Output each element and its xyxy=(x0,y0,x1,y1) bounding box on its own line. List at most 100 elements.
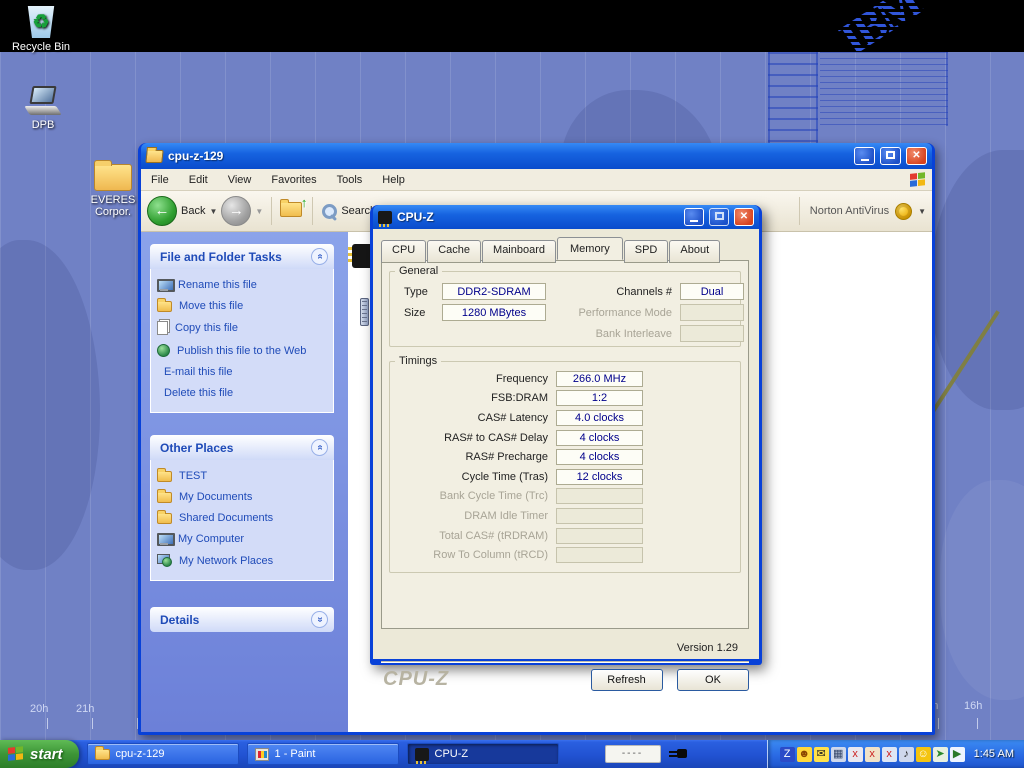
taskbar: start cpu-z-129 1 - Paint CPU-Z ---- Z☻✉… xyxy=(0,740,1024,768)
timings-groupbox: Timings Frequency 266.0 MHz FSB:DRAM 1:2… xyxy=(389,355,741,573)
place-link[interactable]: Shared Documents xyxy=(157,512,329,524)
place-link[interactable]: TEST xyxy=(157,470,329,482)
cpuz-titlebar[interactable]: CPU-Z ✕ xyxy=(373,205,759,229)
tray-icon[interactable]: ☺ xyxy=(916,747,931,762)
taskbar-task-button[interactable]: cpu-z-129 xyxy=(87,743,239,765)
task-icon xyxy=(157,301,172,312)
task-label: Rename this file xyxy=(178,279,257,291)
place-icon xyxy=(157,513,172,524)
tab[interactable]: Memory xyxy=(557,237,623,260)
dialog-title: CPU-Z xyxy=(397,210,679,224)
chevron-down-icon[interactable]: » xyxy=(311,611,328,628)
taskbar-task-button[interactable]: CPU-Z xyxy=(407,743,559,765)
task-link[interactable]: Move this file xyxy=(157,300,329,312)
task-link[interactable]: Delete this file xyxy=(157,387,329,399)
timing-row: DRAM Idle Timer xyxy=(390,506,740,526)
place-label: Shared Documents xyxy=(179,512,273,524)
menu-item[interactable]: Favorites xyxy=(261,174,326,186)
minimize-button[interactable] xyxy=(684,208,704,226)
toolbar-separator xyxy=(312,197,313,225)
channels-value: Dual xyxy=(680,283,744,300)
place-link[interactable]: My Network Places xyxy=(157,554,329,567)
desktop-icon-everes[interactable]: EVERES Corpor. xyxy=(84,164,142,218)
tab[interactable]: About xyxy=(669,240,720,263)
wallpaper-top-band: IBM xyxy=(0,0,1024,52)
explorer-titlebar[interactable]: cpu-z-129 ✕ xyxy=(141,143,932,169)
chevron-up-icon[interactable]: » xyxy=(311,248,328,265)
desktop-icon-label: DPB xyxy=(10,119,76,131)
menu-item[interactable]: View xyxy=(218,174,262,186)
tray-icon[interactable]: x xyxy=(865,747,880,762)
tray-icon[interactable]: ▦ xyxy=(831,747,846,762)
ram-file-icon[interactable] xyxy=(360,298,369,326)
task-link[interactable]: Copy this file xyxy=(157,321,329,335)
desktop-icon-label: Recycle Bin xyxy=(8,41,74,53)
forward-dropdown-caret[interactable]: ▼ xyxy=(255,207,263,216)
task-link[interactable]: E-mail this file xyxy=(157,366,329,378)
file-folder-tasks-panel: File and Folder Tasks » Rename this file… xyxy=(150,244,334,413)
menu-item[interactable]: Help xyxy=(372,174,415,186)
timing-row: FSB:DRAM 1:2 xyxy=(390,389,740,409)
tray-icon[interactable]: x xyxy=(848,747,863,762)
maximize-button[interactable] xyxy=(880,147,901,165)
performance-mode-label: Performance Mode xyxy=(540,307,672,319)
tray-icon[interactable]: ▶ xyxy=(950,747,965,762)
size-value: 1280 MBytes xyxy=(442,304,546,321)
toolbar-separator xyxy=(799,197,800,225)
desktop-icon-recycle-bin[interactable]: ♻ Recycle Bin xyxy=(8,6,74,53)
norton-dropdown-caret[interactable]: ▼ xyxy=(918,207,926,216)
panel-title: Other Places xyxy=(160,441,311,455)
timing-value: 12 clocks xyxy=(556,469,643,485)
task-buttons: cpu-z-129 1 - Paint CPU-Z xyxy=(79,743,559,765)
desktop-icon-dpb[interactable]: DPB xyxy=(10,86,76,131)
task-link[interactable]: Publish this file to the Web xyxy=(157,344,329,357)
ok-button[interactable]: OK xyxy=(677,669,749,691)
menu-item[interactable]: Edit xyxy=(179,174,218,186)
back-button[interactable]: ← xyxy=(147,196,177,226)
tab[interactable]: Cache xyxy=(427,240,481,263)
tray-icon[interactable]: ✉ xyxy=(814,747,829,762)
folder-icon xyxy=(94,164,132,191)
tray-icon[interactable]: ♪ xyxy=(899,747,914,762)
tray-icon[interactable]: ➤ xyxy=(933,747,948,762)
task-link[interactable]: Rename this file xyxy=(157,279,329,291)
norton-antivirus-control[interactable]: Norton AntiVirus ▼ xyxy=(795,197,926,225)
menu-item[interactable]: File xyxy=(141,174,179,186)
start-label: start xyxy=(30,746,63,763)
tab[interactable]: Mainboard xyxy=(482,240,556,263)
norton-icon[interactable] xyxy=(895,203,912,220)
place-link[interactable]: My Documents xyxy=(157,491,329,503)
chevron-up-icon[interactable]: » xyxy=(311,439,328,456)
tray-icon[interactable]: x xyxy=(882,747,897,762)
up-button[interactable]: ↑ xyxy=(280,202,304,220)
search-icon[interactable] xyxy=(321,203,337,219)
panel-header[interactable]: Other Places » xyxy=(150,435,334,460)
timing-value xyxy=(556,488,643,504)
tray-icon[interactable]: Z xyxy=(780,747,795,762)
place-link[interactable]: My Computer xyxy=(157,533,329,545)
timing-label: CAS# Latency xyxy=(390,412,556,424)
tab[interactable]: SPD xyxy=(624,240,669,263)
timing-row: Total CAS# (tRDRAM) xyxy=(390,526,740,546)
windows-flag-icon xyxy=(910,172,926,188)
menu-item[interactable]: Tools xyxy=(327,174,373,186)
close-button[interactable]: ✕ xyxy=(906,147,927,165)
windows-flag-icon xyxy=(8,746,24,762)
forward-button[interactable]: → xyxy=(221,196,251,226)
panel-header[interactable]: Details » xyxy=(150,607,334,632)
refresh-button[interactable]: Refresh xyxy=(591,669,663,691)
timing-label: Frequency xyxy=(390,373,556,385)
battery-meter[interactable]: ---- xyxy=(605,745,661,763)
back-dropdown-caret[interactable]: ▼ xyxy=(209,207,217,216)
taskbar-task-button[interactable]: 1 - Paint xyxy=(247,743,399,765)
tab[interactable]: CPU xyxy=(381,240,426,263)
place-icon xyxy=(157,471,172,482)
tray-icon[interactable]: ☻ xyxy=(797,747,812,762)
close-button[interactable]: ✕ xyxy=(734,208,754,226)
desktop: IBM 20h 21h 15h 16h ♻ Recycle Bin DPB EV… xyxy=(0,0,1024,768)
tray-icons: Z☻✉▦xxx♪☺➤▶ xyxy=(780,747,967,762)
maximize-button[interactable] xyxy=(709,208,729,226)
start-button[interactable]: start xyxy=(0,740,79,768)
minimize-button[interactable] xyxy=(854,147,875,165)
panel-header[interactable]: File and Folder Tasks » xyxy=(150,244,334,269)
